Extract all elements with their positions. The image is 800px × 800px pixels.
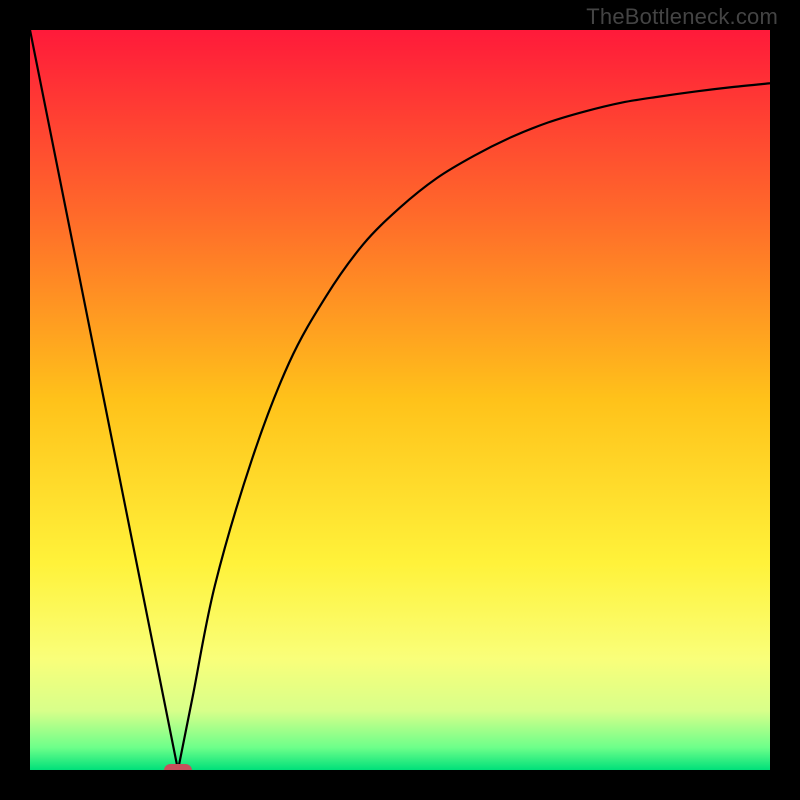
bottleneck-curve-path (30, 30, 770, 770)
plot-area (30, 30, 770, 770)
optimal-point-marker (164, 764, 192, 771)
curve-layer (30, 30, 770, 770)
watermark-text: TheBottleneck.com (586, 4, 778, 30)
bottleneck-chart: TheBottleneck.com (0, 0, 800, 800)
